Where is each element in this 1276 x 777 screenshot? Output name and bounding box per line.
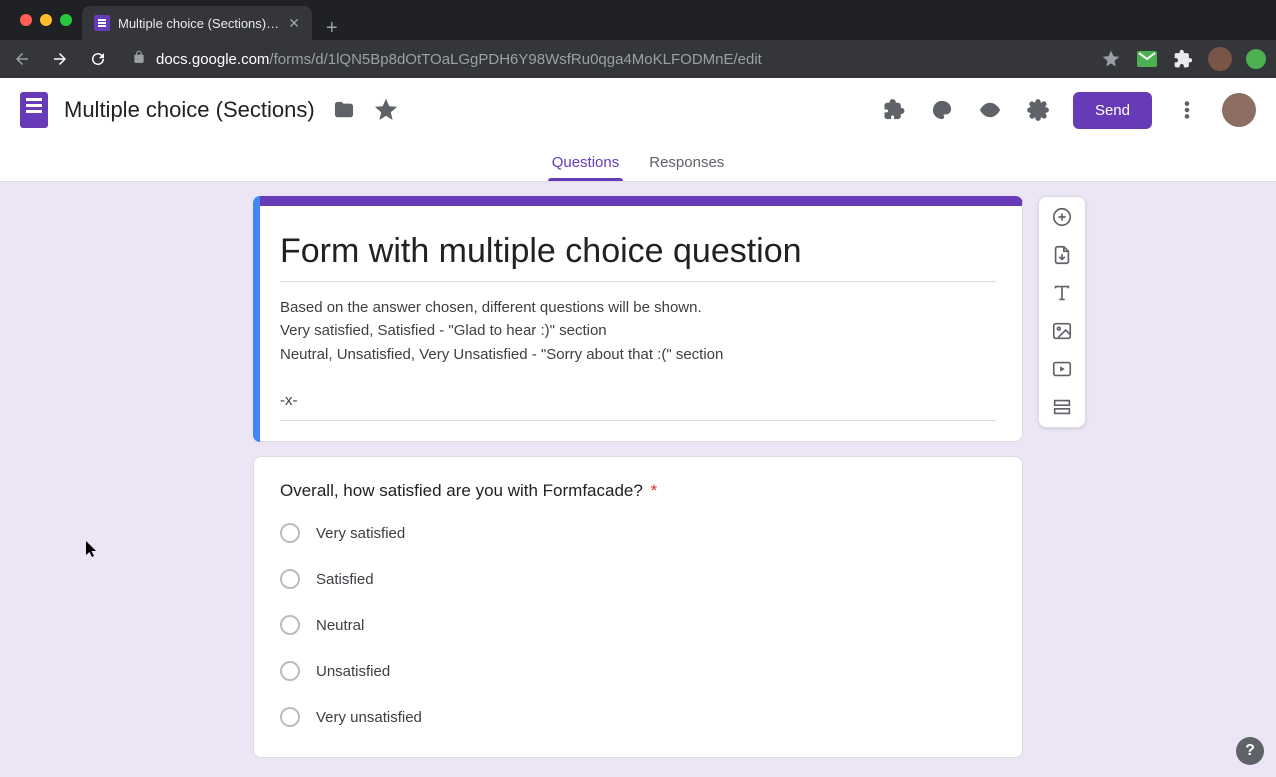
- radio-icon[interactable]: [280, 707, 300, 727]
- star-document-icon[interactable]: [373, 97, 399, 123]
- tab-close-icon[interactable]: ✕: [288, 15, 300, 32]
- question-toolbar: [1038, 196, 1086, 428]
- add-section-icon[interactable]: [1050, 395, 1074, 419]
- add-title-icon[interactable]: [1050, 281, 1074, 305]
- mouse-cursor-icon: [85, 540, 99, 563]
- browser-secondary-profile-icon[interactable]: [1246, 49, 1266, 69]
- extension-gmail-icon[interactable]: [1136, 48, 1158, 70]
- option-row[interactable]: Satisfied: [280, 569, 996, 589]
- add-question-icon[interactable]: [1050, 205, 1074, 229]
- radio-icon[interactable]: [280, 569, 300, 589]
- option-row[interactable]: Very unsatisfied: [280, 707, 996, 727]
- browser-back-button[interactable]: [10, 47, 34, 71]
- tab-questions[interactable]: Questions: [552, 154, 620, 181]
- forms-logo-icon[interactable]: [20, 92, 48, 128]
- browser-forward-button[interactable]: [48, 47, 72, 71]
- question-card[interactable]: Overall, how satisfied are you with Form…: [253, 456, 1023, 758]
- tab-responses[interactable]: Responses: [649, 154, 724, 181]
- settings-gear-icon[interactable]: [1025, 97, 1051, 123]
- required-marker: *: [651, 481, 658, 500]
- url-domain: docs.google.com: [156, 51, 269, 68]
- help-button[interactable]: ?: [1236, 737, 1264, 765]
- browser-tab[interactable]: Multiple choice (Sections) - Go ✕: [82, 6, 312, 40]
- window-max-icon[interactable]: [60, 14, 72, 26]
- option-label: Very satisfied: [316, 525, 405, 542]
- extensions-puzzle-icon[interactable]: [1172, 48, 1194, 70]
- option-label: Unsatisfied: [316, 663, 390, 680]
- account-avatar[interactable]: [1222, 93, 1256, 127]
- tab-title: Multiple choice (Sections) - Go: [118, 16, 280, 31]
- import-questions-icon[interactable]: [1050, 243, 1074, 267]
- option-row[interactable]: Neutral: [280, 615, 996, 635]
- window-close-icon[interactable]: [20, 14, 32, 26]
- option-label: Neutral: [316, 617, 364, 634]
- send-button[interactable]: Send: [1073, 92, 1152, 129]
- radio-icon[interactable]: [280, 661, 300, 681]
- window-min-icon[interactable]: [40, 14, 52, 26]
- add-video-icon[interactable]: [1050, 357, 1074, 381]
- form-title[interactable]: Form with multiple choice question: [280, 232, 996, 282]
- forms-favicon-icon: [94, 15, 110, 31]
- option-row[interactable]: Very satisfied: [280, 523, 996, 543]
- question-title-text: Overall, how satisfied are you with Form…: [280, 481, 643, 500]
- add-image-icon[interactable]: [1050, 319, 1074, 343]
- lock-icon: [132, 50, 146, 68]
- browser-reload-button[interactable]: [86, 47, 110, 71]
- customize-theme-icon[interactable]: [929, 97, 955, 123]
- option-row[interactable]: Unsatisfied: [280, 661, 996, 681]
- address-bar[interactable]: docs.google.com/forms/d/1lQN5Bp8dOtTOaLG…: [124, 50, 1086, 68]
- radio-icon[interactable]: [280, 523, 300, 543]
- option-label: Satisfied: [316, 571, 374, 588]
- new-tab-button[interactable]: +: [312, 17, 352, 40]
- url-path: /forms/d/1lQN5Bp8dOtTOaLGgPDH6Y98WsfRu0q…: [269, 51, 761, 68]
- more-menu-icon[interactable]: [1174, 97, 1200, 123]
- radio-icon[interactable]: [280, 615, 300, 635]
- option-label: Very unsatisfied: [316, 709, 422, 726]
- preview-eye-icon[interactable]: [977, 97, 1003, 123]
- question-title[interactable]: Overall, how satisfied are you with Form…: [280, 481, 996, 501]
- form-header-card[interactable]: Form with multiple choice question Based…: [253, 196, 1023, 442]
- form-description[interactable]: Based on the answer chosen, different qu…: [280, 296, 996, 421]
- move-to-folder-icon[interactable]: [331, 97, 357, 123]
- browser-profile-avatar[interactable]: [1208, 47, 1232, 71]
- addons-icon[interactable]: [881, 97, 907, 123]
- bookmark-star-icon[interactable]: [1100, 48, 1122, 70]
- document-title[interactable]: Multiple choice (Sections): [64, 97, 315, 123]
